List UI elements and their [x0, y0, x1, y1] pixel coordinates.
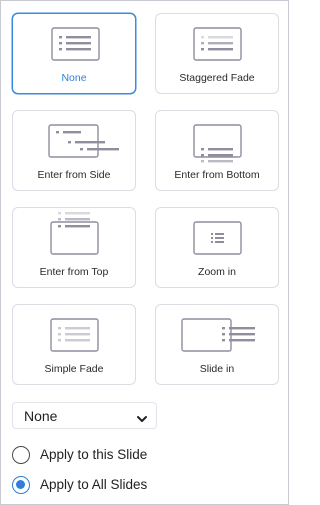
animation-panel: None Staggered Fade Enter from Side Ente… — [0, 0, 289, 505]
zoom-in-icon — [193, 221, 242, 255]
simple-fade-icon — [50, 318, 99, 352]
animation-card-enter-from-bottom[interactable]: Enter from Bottom — [155, 110, 279, 191]
slide-in-icon — [181, 318, 255, 352]
animation-card-slide-in[interactable]: Slide in — [155, 304, 279, 385]
animation-label: Enter from Bottom — [174, 169, 260, 181]
none-icon — [51, 27, 100, 61]
animation-select[interactable]: None — [12, 402, 157, 429]
staggered-fade-icon — [193, 27, 242, 61]
animation-label: Simple Fade — [44, 363, 104, 375]
animation-label: Slide in — [199, 363, 235, 375]
animation-card-none[interactable]: None — [12, 13, 136, 94]
animation-label: Enter from Top — [39, 266, 109, 278]
animation-card-staggered-fade[interactable]: Staggered Fade — [155, 13, 279, 94]
apply-all-slides-radio[interactable] — [12, 476, 30, 494]
apply-this-slide-label: Apply to this Slide — [40, 447, 148, 462]
enter-from-side-icon — [48, 124, 119, 158]
apply-this-slide-radio[interactable] — [12, 446, 30, 464]
animation-label: Staggered Fade — [179, 72, 255, 84]
chevron-down-icon — [136, 411, 148, 429]
apply-all-slides-label: Apply to All Slides — [40, 477, 148, 492]
animation-card-simple-fade[interactable]: Simple Fade — [12, 304, 136, 385]
animation-card-enter-from-side[interactable]: Enter from Side — [12, 110, 136, 191]
apply-all-slides-option[interactable]: Apply to All Slides — [12, 475, 212, 497]
animation-select-value: None — [24, 408, 58, 424]
animation-label: Enter from Side — [37, 169, 111, 181]
animation-card-zoom-in[interactable]: Zoom in — [155, 207, 279, 288]
animation-label: None — [61, 72, 87, 84]
animation-label: Zoom in — [198, 266, 236, 278]
animation-card-enter-from-top[interactable]: Enter from Top — [12, 207, 136, 288]
enter-from-bottom-icon — [193, 124, 242, 163]
apply-this-slide-option[interactable]: Apply to this Slide — [12, 445, 212, 467]
enter-from-top-icon — [50, 212, 99, 255]
